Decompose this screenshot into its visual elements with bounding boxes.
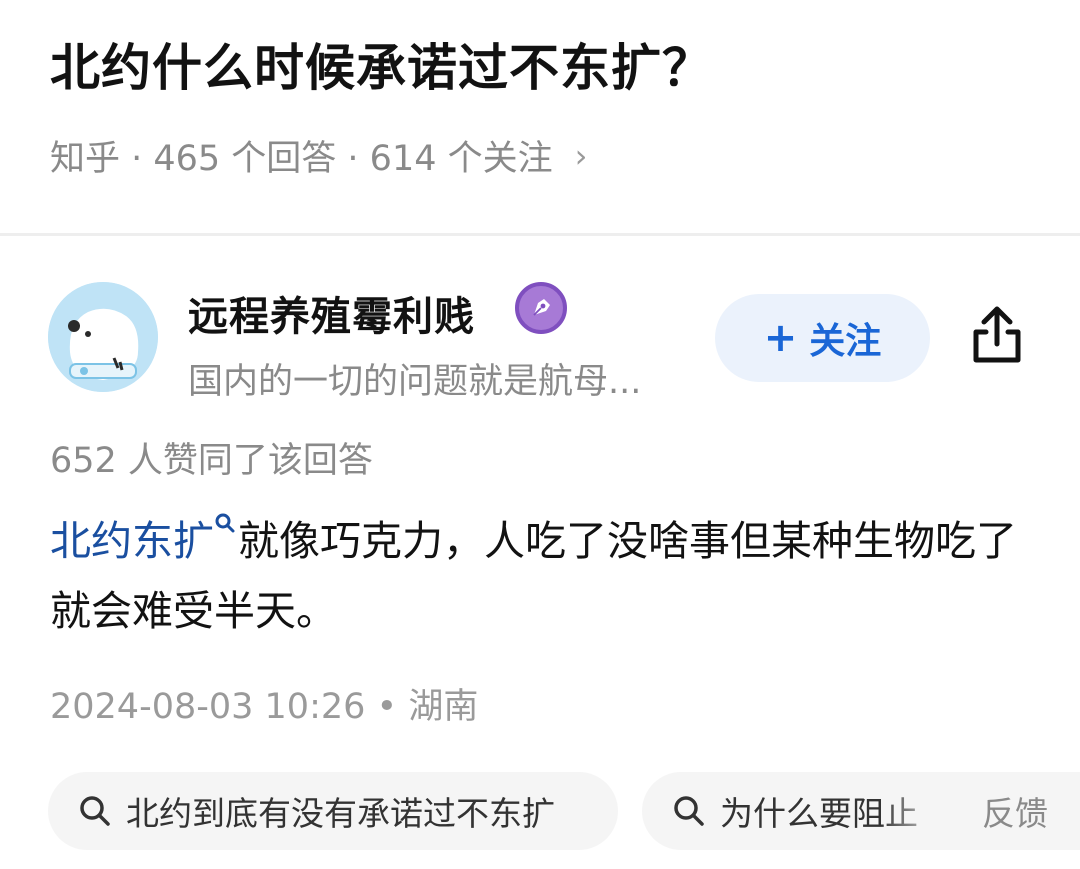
plus-icon: + <box>763 315 798 361</box>
share-button[interactable] <box>965 302 1029 368</box>
pen-nib-icon[interactable] <box>515 282 567 334</box>
answer-date: 2024-08-03 10:26 <box>50 687 366 727</box>
vote-count: 652 人赞同了该回答 <box>50 441 373 481</box>
question-stats: 知乎 · 465 个回答 · 614 个关注 <box>50 139 553 179</box>
search-icon <box>215 513 235 533</box>
follow-button[interactable]: + 关注 <box>715 294 930 382</box>
related-search-chip[interactable]: 北约到底有没有承诺过不东扩 <box>48 772 618 850</box>
share-icon <box>973 306 1021 363</box>
answer-keyword-link[interactable]: 北约东扩 <box>50 517 214 565</box>
related-search-label: 北约到底有没有承诺过不东扩 <box>126 794 555 833</box>
question-header: 北约什么时候承诺过不东扩？ 知乎 · 465 个回答 · 614 个关注 › <box>0 0 1080 234</box>
author-row: 远程养殖霉利贱 国内的一切的问题就是航母... + 关注 <box>0 280 1080 402</box>
feedback-link[interactable]: 反馈 <box>950 772 1080 850</box>
question-meta[interactable]: 知乎 · 465 个回答 · 614 个关注 › <box>50 130 587 181</box>
answer-body[interactable]: 北约东扩 就像巧克力，人吃了没啥事但某种生物吃了就会难受半天。 <box>50 506 1040 646</box>
follow-label: 关注 <box>809 321 882 362</box>
search-icon <box>80 796 110 826</box>
answer-location: 湖南 <box>408 687 479 727</box>
answer-meta: 2024-08-03 10:26 • 湖南 <box>50 678 478 729</box>
avatar[interactable] <box>48 282 158 392</box>
author-bio: 国内的一切的问题就是航母... <box>188 362 642 402</box>
chevron-right-icon: › <box>574 136 588 175</box>
chip-fade-overlay <box>880 772 950 850</box>
meta-separator: • <box>376 687 398 727</box>
section-divider <box>0 233 1080 236</box>
question-title: 北约什么时候承诺过不东扩？ <box>50 39 713 97</box>
author-name[interactable]: 远程养殖霉利贱 <box>188 284 475 342</box>
search-icon <box>674 796 704 826</box>
